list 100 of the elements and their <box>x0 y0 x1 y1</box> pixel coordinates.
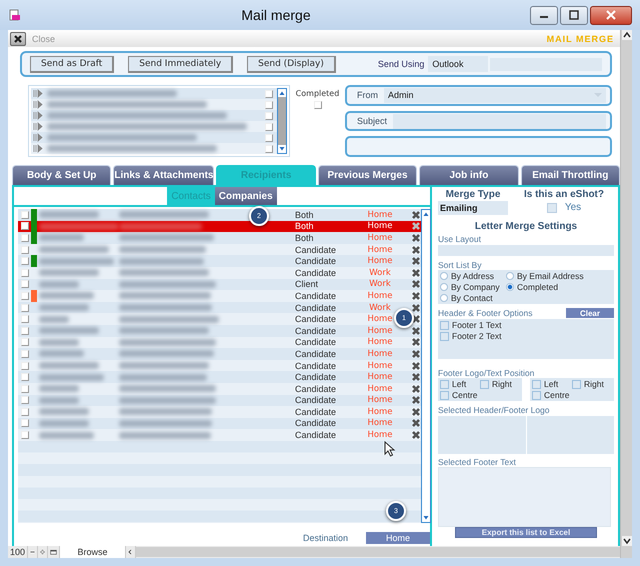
recipient-row[interactable]: Candidate Home <box>18 360 421 372</box>
subject-field[interactable]: Subject <box>345 110 612 132</box>
tab[interactable]: Job info <box>419 165 519 185</box>
scrollbar[interactable] <box>421 209 431 523</box>
checkbox[interactable] <box>440 320 449 330</box>
vertical-scrollbar[interactable] <box>620 30 632 558</box>
tab[interactable]: Body & Set Up <box>12 165 112 185</box>
recipient-row[interactable]: Candidate Home <box>18 348 421 360</box>
send-using-field[interactable]: Outlook <box>428 56 488 72</box>
checkbox[interactable] <box>532 380 541 389</box>
blurred-text <box>39 246 109 254</box>
scroll-up-icon[interactable] <box>622 30 632 40</box>
contact-type: Candidate <box>295 256 338 266</box>
checkbox-label: Left <box>544 379 558 390</box>
recipient-row[interactable]: Candidate Home <box>18 290 421 302</box>
remove-icon[interactable] <box>411 256 421 266</box>
address-type: Home <box>366 348 394 359</box>
checkbox[interactable] <box>440 380 449 389</box>
scroll-down-icon[interactable] <box>622 536 632 546</box>
remove-icon[interactable] <box>411 360 421 371</box>
remove-icon[interactable] <box>411 326 421 336</box>
subtab[interactable]: Companies <box>214 187 277 205</box>
send-button[interactable]: Send Immediately <box>128 56 234 72</box>
radio-option[interactable]: By Email Address <box>506 271 612 282</box>
blurred-text <box>39 316 69 323</box>
tab[interactable]: Previous Merges <box>318 165 418 185</box>
remove-icon[interactable] <box>411 290 421 301</box>
checkbox[interactable] <box>532 390 541 400</box>
recipient-row[interactable]: Candidate Home <box>18 394 421 406</box>
footer-text-field[interactable] <box>438 467 611 526</box>
recipient-row[interactable]: Candidate Home <box>18 429 421 441</box>
use-layout-field[interactable] <box>438 245 614 256</box>
clear-button[interactable]: Clear <box>566 308 614 318</box>
logo-field[interactable] <box>438 416 526 454</box>
remove-icon[interactable] <box>411 418 421 428</box>
send-button[interactable]: Send (Display) <box>247 56 336 72</box>
completed-checkbox[interactable] <box>314 101 322 109</box>
close-icon <box>605 10 617 20</box>
recipient-row[interactable]: Candidate Home <box>18 371 421 383</box>
recipient-row[interactable]: Candidate Work <box>18 266 421 279</box>
play-icon <box>33 111 43 120</box>
recipient-row[interactable]: Candidate Home <box>18 255 421 267</box>
zoom-out-icon[interactable] <box>28 546 38 558</box>
scroll-up-icon[interactable] <box>422 210 430 218</box>
recipient-row[interactable]: Client Work <box>18 278 421 290</box>
address-type: Home <box>366 395 394 406</box>
horizontal-scrollbar[interactable] <box>136 547 620 557</box>
remove-icon[interactable] <box>411 302 421 313</box>
contact-type: Candidate <box>295 326 338 336</box>
brand-title: MAIL MERGE <box>546 34 614 44</box>
scroll-down-icon[interactable] <box>278 145 286 153</box>
remove-icon[interactable] <box>411 244 421 255</box>
minimize-button[interactable] <box>530 6 558 24</box>
scroll-up-icon[interactable] <box>278 89 286 97</box>
eshot-checkbox[interactable] <box>546 202 557 212</box>
recipient-row[interactable]: Candidate Home <box>18 244 421 256</box>
logo-field[interactable] <box>526 416 614 454</box>
remove-icon[interactable] <box>411 268 421 278</box>
remove-icon[interactable] <box>411 210 421 220</box>
recipient-row[interactable]: Both Home <box>18 232 421 244</box>
remove-icon[interactable] <box>411 348 421 359</box>
remove-icon[interactable] <box>411 430 421 440</box>
close-button[interactable] <box>590 6 632 24</box>
destination-field[interactable]: Home <box>366 532 430 544</box>
remove-icon[interactable] <box>411 372 421 382</box>
maximize-button[interactable] <box>560 6 588 24</box>
radio-option[interactable]: By Company <box>440 282 506 292</box>
scroll-down-icon[interactable] <box>422 514 430 522</box>
remove-icon[interactable] <box>411 406 421 417</box>
send-button[interactable]: Send as Draft <box>30 56 114 72</box>
radio-option[interactable]: Completed <box>506 282 612 292</box>
recipient-row[interactable]: Candidate Work <box>18 302 421 314</box>
checkbox[interactable] <box>440 332 449 341</box>
checkbox[interactable] <box>572 380 581 389</box>
remove-icon[interactable] <box>411 232 421 243</box>
recipient-row[interactable]: Candidate Home <box>18 336 421 348</box>
recipient-row[interactable]: Candidate Home <box>18 324 421 337</box>
scrollbar[interactable] <box>277 88 287 154</box>
remove-icon[interactable] <box>411 279 421 290</box>
remove-icon[interactable] <box>411 337 421 348</box>
checkbox-label: Centre <box>544 390 570 400</box>
close-button[interactable] <box>10 32 26 46</box>
recipient-row[interactable]: Candidate Home <box>18 382 421 394</box>
tab[interactable]: Links & Attachments <box>113 165 214 185</box>
merge-type-field[interactable]: Emailing <box>438 201 508 215</box>
remove-icon[interactable] <box>411 314 421 324</box>
radio-option[interactable]: By Contact <box>440 293 506 304</box>
checkbox[interactable] <box>440 390 449 400</box>
blurred-text <box>39 408 89 416</box>
text-field[interactable] <box>345 136 612 158</box>
checkbox[interactable] <box>480 380 489 389</box>
play-icon <box>33 122 43 131</box>
remove-icon[interactable] <box>411 395 421 406</box>
completed-label: Completed <box>296 89 340 98</box>
from-dropdown[interactable]: From Admin <box>345 85 612 106</box>
remove-icon[interactable] <box>411 384 421 394</box>
radio-option[interactable]: By Address <box>440 271 506 282</box>
tab[interactable]: Email Throttling <box>520 165 620 185</box>
recipient-row[interactable]: Candidate Home <box>18 406 421 418</box>
recipient-row[interactable]: Candidate Home <box>18 418 421 430</box>
